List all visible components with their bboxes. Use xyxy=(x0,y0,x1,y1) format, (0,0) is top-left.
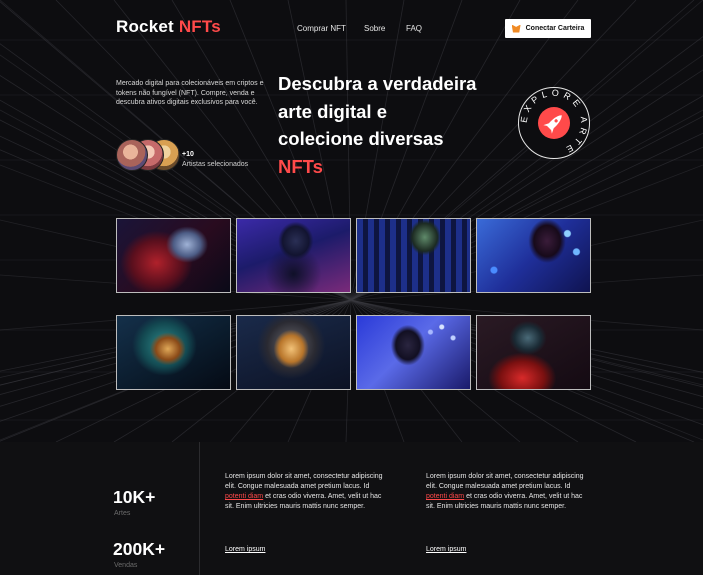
nft-card[interactable] xyxy=(356,218,471,293)
info-inline-link[interactable]: potenti diam xyxy=(426,493,464,500)
connect-wallet-button[interactable]: Conectar Carteira xyxy=(505,19,591,38)
stat-value-vendas: 200K+ xyxy=(113,539,166,559)
nft-artwork-figure-city-lights xyxy=(357,219,470,292)
logo-text: Rocket xyxy=(116,17,174,36)
nft-artwork-astronaut-teal-helmet xyxy=(117,316,230,389)
nft-artwork-astronaut-gold-visor xyxy=(237,316,350,389)
info-inline-link[interactable]: potenti diam xyxy=(225,493,263,500)
hero-headline: Descubra a verdadeira arte digital e col… xyxy=(278,70,518,180)
headline-line-1: Descubra a verdadeira xyxy=(278,73,477,94)
nft-artwork-astronaut-red-glow xyxy=(477,316,590,389)
nft-card[interactable] xyxy=(116,218,231,293)
logo[interactable]: Rocket NFTs xyxy=(116,17,221,37)
top-navbar: Rocket NFTs Comprar NFT Sobre FAQ Conect… xyxy=(0,0,703,56)
hero-section: Rocket NFTs Comprar NFT Sobre FAQ Conect… xyxy=(0,0,703,442)
info-paragraph: Lorem ipsum dolor sit amet, consectetur … xyxy=(426,472,586,512)
nft-card[interactable] xyxy=(236,315,351,390)
artists-label: Artistas selecionados xyxy=(182,161,249,168)
info-footer-link[interactable]: Lorem ipsum xyxy=(225,546,265,553)
nft-artwork-astronaut-red-helmet xyxy=(117,219,230,292)
hero-intro-text: Mercado digital para colecionáveis em cr… xyxy=(116,80,264,106)
avatar xyxy=(116,139,148,171)
nft-card[interactable] xyxy=(236,218,351,293)
nft-card[interactable] xyxy=(476,218,591,293)
explore-art-badge[interactable]: EXPLORE ARTE xyxy=(517,86,591,160)
nav-link-comprar-nft[interactable]: Comprar NFT xyxy=(297,24,346,33)
info-text: Lorem ipsum dolor sit amet, consectetur … xyxy=(225,473,383,490)
metamask-fox-icon xyxy=(511,24,521,33)
info-text: Lorem ipsum dolor sit amet, consectetur … xyxy=(426,473,584,490)
info-paragraph: Lorem ipsum dolor sit amet, consectetur … xyxy=(225,472,385,512)
headline-accent: NFTs xyxy=(278,155,323,177)
logo-accent-text: NFTs xyxy=(178,17,221,36)
perspective-grid-background xyxy=(0,0,703,442)
artists-count: +10 xyxy=(182,151,194,158)
info-footer-link[interactable]: Lorem ipsum xyxy=(426,546,466,553)
nft-card[interactable] xyxy=(476,315,591,390)
nft-card[interactable] xyxy=(116,315,231,390)
nft-card[interactable] xyxy=(356,315,471,390)
stat-value-artes: 10K+ xyxy=(113,487,156,507)
nav-link-faq[interactable]: FAQ xyxy=(406,24,422,33)
headline-line-2: arte digital e xyxy=(278,100,387,122)
stat-label-vendas: Vendas xyxy=(114,562,138,569)
connect-wallet-label: Conectar Carteira xyxy=(525,25,585,32)
section-divider xyxy=(199,442,200,575)
nav-link-sobre[interactable]: Sobre xyxy=(364,24,385,33)
headline-line-3: colecione diversas xyxy=(278,128,444,149)
nft-artwork-hooded-figure-sparkles xyxy=(357,316,470,389)
artist-avatars xyxy=(116,139,180,171)
stat-label-artes: Artes xyxy=(114,510,131,517)
nft-artwork-hooded-figure-bokeh xyxy=(477,219,590,292)
nft-artwork-hooded-figure-blue xyxy=(237,219,350,292)
